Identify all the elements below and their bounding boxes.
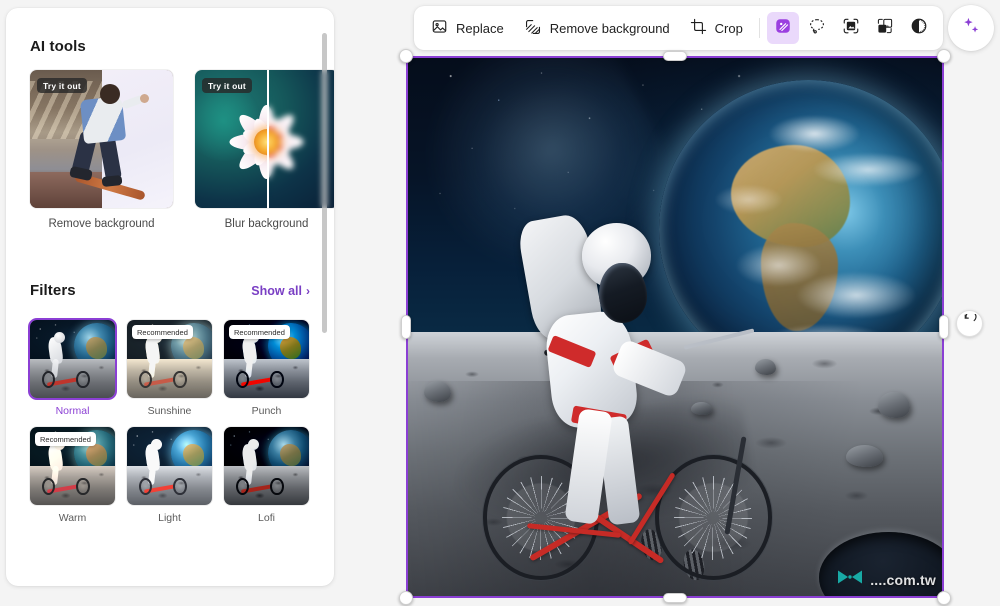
replace-button[interactable]: Replace (422, 12, 513, 44)
astronaut (515, 203, 707, 537)
ai-tool-label-blur-background: Blur background (195, 218, 334, 230)
filter-item-lofi[interactable]: Lofi (224, 427, 309, 524)
ai-tool-blur-background[interactable]: Try it out (195, 70, 334, 230)
resize-handle-top[interactable] (663, 51, 687, 61)
filters-grid: Normal Recommended (30, 320, 315, 524)
image-replace-icon (431, 18, 448, 38)
recommended-badge: Recommended (132, 325, 193, 339)
filter-item-warm[interactable]: Recommended Warm (30, 427, 115, 524)
filter-item-sunshine[interactable]: Recommended Sunshine (127, 320, 212, 417)
filters-heading: Filters (30, 282, 76, 299)
try-it-out-badge: Try it out (37, 78, 87, 93)
edited-image[interactable]: ....com.tw (408, 58, 942, 596)
blur-background-thumbnail[interactable]: Try it out (195, 70, 334, 208)
ai-tools-heading: AI tools (30, 38, 86, 55)
remove-background-label: Remove background (550, 21, 670, 36)
toolbar-divider (759, 18, 760, 38)
moon-rock (424, 381, 451, 403)
background-replace-button[interactable] (869, 12, 901, 44)
background-replace-icon (876, 17, 894, 40)
blurred-half (267, 70, 335, 208)
contrast-adjust-button[interactable] (903, 12, 935, 44)
filter-thumbnail-normal[interactable] (30, 320, 115, 398)
show-all-label: Show all (251, 284, 302, 298)
filters-header: Filters Show all › (30, 282, 310, 299)
moon-scene: ....com.tw (408, 58, 942, 596)
moon-rock (878, 392, 910, 419)
moon-rock (846, 445, 883, 467)
filter-thumbnail-lofi[interactable] (224, 427, 309, 505)
ai-tools-grid: Try it out Remove background (30, 70, 300, 230)
rotate-button[interactable] (956, 310, 983, 337)
object-select-icon (842, 17, 860, 40)
skater-head (100, 84, 120, 104)
skater-hand (140, 94, 149, 103)
contrast-adjust-icon (910, 17, 928, 40)
app-root: AI tools Try it out (0, 0, 1000, 606)
filter-label: Light (127, 512, 212, 524)
filter-preview (127, 427, 212, 505)
chevron-right-icon: › (306, 285, 310, 297)
resize-handle-bottom[interactable] (663, 593, 687, 603)
remove-background-icon (524, 18, 542, 39)
crop-button[interactable]: Crop (681, 12, 752, 44)
resize-handle-right[interactable] (939, 315, 949, 339)
filter-preview (30, 320, 115, 398)
remove-background-thumbnail[interactable]: Try it out (30, 70, 173, 208)
recommended-badge: Recommended (35, 432, 96, 446)
watermark-text: ....com.tw (870, 572, 936, 588)
ai-tool-label-remove-background: Remove background (30, 218, 173, 230)
crop-label: Crop (715, 21, 743, 36)
filter-thumbnail-sunshine[interactable]: Recommended (127, 320, 212, 398)
resize-handle-bottom-left[interactable] (399, 591, 413, 605)
filter-preview (224, 427, 309, 505)
before-after-divider (267, 70, 269, 208)
recommended-badge: Recommended (229, 325, 290, 339)
filter-thumbnail-punch[interactable]: Recommended (224, 320, 309, 398)
resize-handle-bottom-right[interactable] (937, 591, 951, 605)
try-it-out-badge: Try it out (202, 78, 252, 93)
crop-icon (690, 18, 707, 38)
object-select-button[interactable] (835, 12, 867, 44)
filter-label: Normal (30, 405, 115, 417)
editor-side-panel: AI tools Try it out (6, 8, 334, 586)
watermark: ....com.tw (837, 569, 936, 590)
ai-tool-remove-background[interactable]: Try it out Remove background (30, 70, 173, 230)
magic-eraser-button[interactable] (767, 12, 799, 44)
rotate-icon (962, 314, 977, 334)
skater-torso (80, 96, 126, 144)
resize-handle-top-left[interactable] (399, 49, 413, 63)
remove-background-button[interactable]: Remove background (515, 12, 679, 44)
filter-item-punch[interactable]: Recommended Punch (224, 320, 309, 417)
sparkle-icon (960, 15, 982, 42)
butterfly-logo-icon (837, 569, 863, 590)
image-canvas[interactable]: ....com.tw (406, 56, 944, 598)
resize-handle-top-right[interactable] (937, 49, 951, 63)
filter-thumbnail-warm[interactable]: Recommended (30, 427, 115, 505)
image-edit-toolbar: Replace Remove background Crop (414, 6, 943, 50)
filter-item-light[interactable]: Light (127, 427, 212, 524)
magic-eraser-icon (774, 17, 792, 40)
ai-magic-button[interactable] (948, 5, 994, 51)
filter-item-normal[interactable]: Normal (30, 320, 115, 417)
show-all-filters-link[interactable]: Show all › (251, 284, 310, 298)
lasso-select-button[interactable] (801, 12, 833, 44)
filter-label: Sunshine (127, 405, 212, 417)
replace-label: Replace (456, 21, 504, 36)
filter-label: Punch (224, 405, 309, 417)
filter-label: Warm (30, 512, 115, 524)
filter-thumbnail-light[interactable] (127, 427, 212, 505)
filter-label: Lofi (224, 512, 309, 524)
lasso-select-icon (808, 17, 826, 40)
resize-handle-left[interactable] (401, 315, 411, 339)
